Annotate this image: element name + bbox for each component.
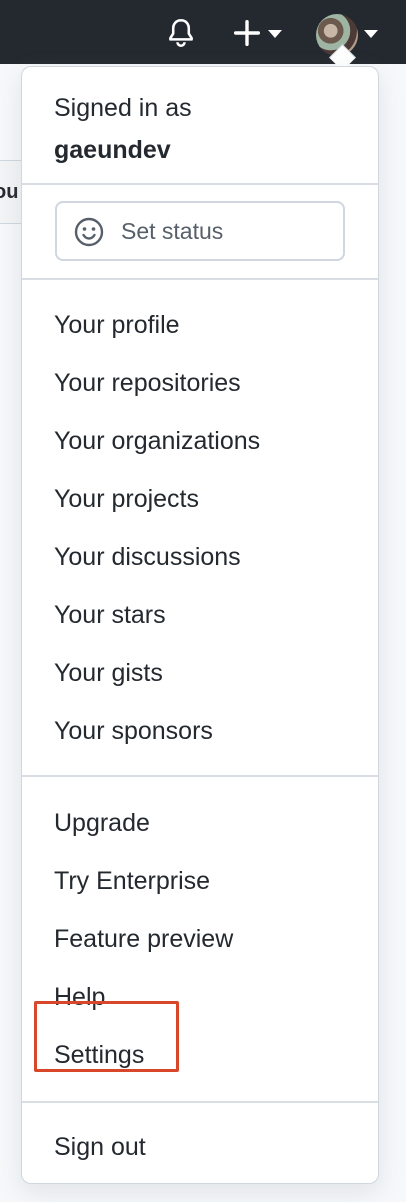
create-caret-icon[interactable] [268,30,282,38]
divider [22,278,378,280]
menu-item-your-sponsors[interactable]: Your sponsors [54,711,213,751]
user-dropdown-menu: Signed in as gaeundev Set status Your pr… [21,66,379,1184]
menu-item-your-profile[interactable]: Your profile [54,305,180,345]
menu-item-upgrade[interactable]: Upgrade [54,803,150,843]
plus-icon[interactable] [230,16,264,50]
menu-item-your-gists[interactable]: Your gists [54,653,163,693]
menu-item-your-stars[interactable]: Your stars [54,595,166,635]
divider [22,183,378,185]
menu-item-sign-out[interactable]: Sign out [54,1127,146,1167]
set-status-button[interactable]: Set status [55,201,345,261]
settings-highlight-box [34,1001,179,1072]
menu-item-your-organizations[interactable]: Your organizations [54,421,260,461]
menu-item-feature-preview[interactable]: Feature preview [54,919,233,959]
menu-item-your-projects[interactable]: Your projects [54,479,199,519]
divider [22,1101,378,1103]
divider [22,775,378,777]
menu-item-try-enterprise[interactable]: Try Enterprise [54,861,210,901]
set-status-label: Set status [121,218,224,244]
signed-in-label: Signed in as [54,94,192,122]
smiley-icon [74,217,104,247]
menu-item-your-discussions[interactable]: Your discussions [54,537,241,577]
username: gaeundev [54,136,171,164]
signed-in-header: Signed in as gaeundev [54,87,192,171]
avatar-caret-icon[interactable] [364,30,378,38]
menu-item-your-repositories[interactable]: Your repositories [54,363,241,403]
bell-icon[interactable] [164,16,198,50]
